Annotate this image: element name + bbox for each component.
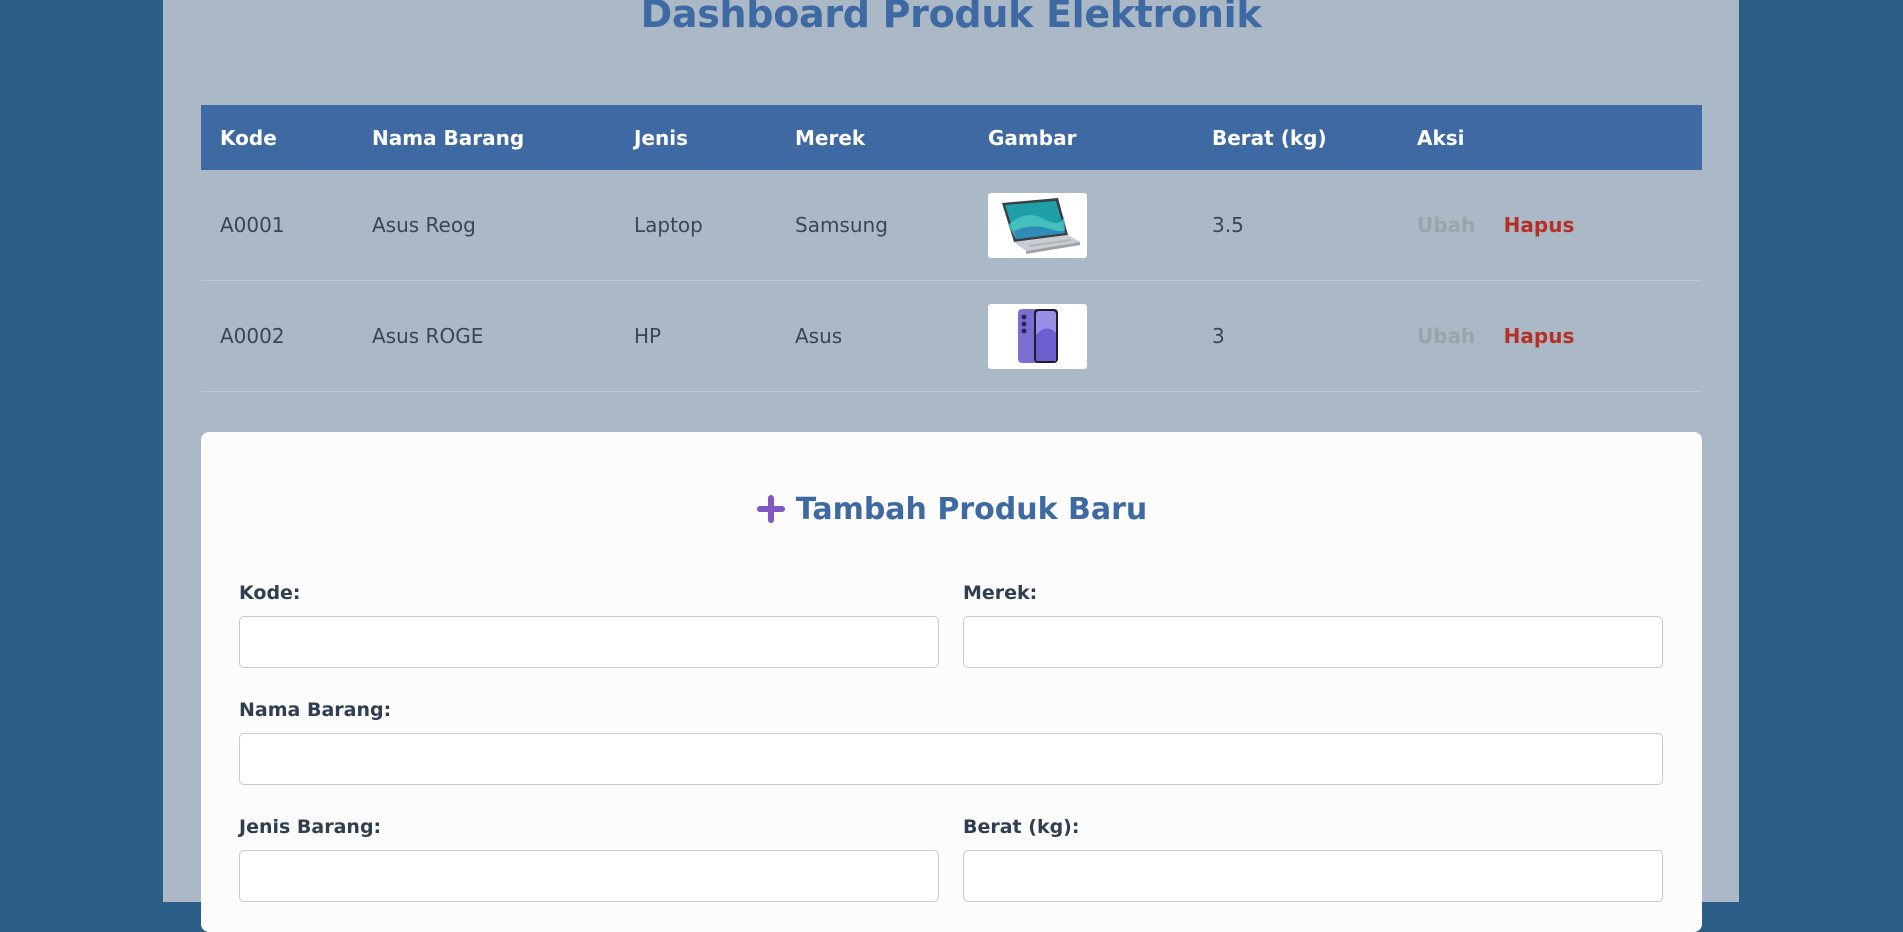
table-row: A0002 Asus ROGE HP Asus 3 Ubah Hapus — [201, 280, 1702, 392]
cell-berat: 3 — [1193, 280, 1398, 392]
cell-kode: A0001 — [201, 170, 353, 281]
merek-input[interactable] — [963, 616, 1663, 668]
table-row: A0001 Asus Reog Laptop Samsung 3.5 Ubah … — [201, 170, 1702, 281]
header-jenis: Jenis — [634, 125, 689, 150]
berat-label: Berat (kg): — [963, 816, 1080, 838]
header-aksi: Aksi — [1417, 125, 1465, 150]
cell-gambar — [969, 170, 1193, 281]
page-title: Dashboard Produk Elektronik — [640, 0, 1262, 36]
kode-input[interactable] — [239, 616, 939, 668]
cell-kode: A0002 — [201, 280, 353, 392]
cell-aksi: Ubah Hapus — [1398, 280, 1702, 392]
cell-jenis: Laptop — [615, 170, 776, 281]
header-kode: Kode — [220, 125, 277, 150]
edit-link[interactable]: Ubah — [1417, 324, 1475, 348]
cell-jenis: HP — [615, 280, 776, 392]
header-berat: Berat (kg) — [1212, 125, 1327, 150]
laptop-image — [988, 192, 1087, 258]
smartphone-image — [988, 303, 1087, 369]
kode-label: Kode: — [239, 582, 301, 604]
berat-input[interactable] — [963, 850, 1663, 902]
header-gambar: Gambar — [988, 125, 1077, 150]
cell-aksi: Ubah Hapus — [1398, 170, 1702, 281]
products-table: Kode Nama Barang Jenis Merek Gambar Bera… — [201, 105, 1702, 392]
merek-label: Merek: — [963, 582, 1038, 604]
cell-merek: Asus — [776, 280, 969, 392]
add-product-form: Tambah Produk Baru Kode: Merek: Nama Bar… — [201, 432, 1702, 932]
header-merek: Merek — [795, 125, 866, 150]
main-container: Dashboard Produk Elektronik Kode Nama Ba… — [163, 0, 1739, 932]
jenis-barang-input[interactable] — [239, 850, 939, 902]
cell-nama-barang: Asus Reog — [353, 170, 615, 281]
cell-berat: 3.5 — [1193, 170, 1398, 281]
jenis-barang-label: Jenis Barang: — [239, 816, 382, 838]
edit-link[interactable]: Ubah — [1417, 213, 1475, 237]
form-title-wrapper: Tambah Produk Baru — [201, 492, 1702, 532]
nama-barang-input[interactable] — [239, 733, 1663, 785]
cell-merek: Samsung — [776, 170, 969, 281]
form-title: Tambah Produk Baru — [795, 492, 1148, 527]
table-header: Kode Nama Barang Jenis Merek Gambar Bera… — [201, 105, 1702, 170]
cell-gambar — [969, 280, 1193, 392]
cell-nama-barang: Asus ROGE — [353, 280, 615, 392]
delete-link[interactable]: Hapus — [1504, 324, 1575, 348]
delete-link[interactable]: Hapus — [1504, 213, 1575, 237]
nama-barang-label: Nama Barang: — [239, 699, 392, 721]
header-nama-barang: Nama Barang — [372, 125, 525, 150]
plus-icon — [756, 494, 786, 532]
